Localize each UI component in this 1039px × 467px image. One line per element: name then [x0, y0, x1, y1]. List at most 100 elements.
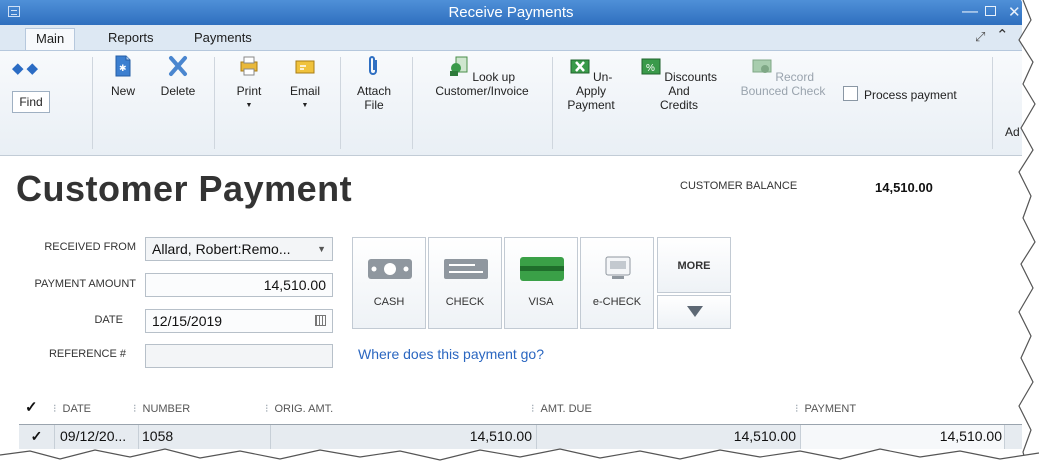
paperclip-icon: [369, 56, 377, 75]
delete-button[interactable]: Delete: [156, 55, 200, 98]
payment-method-echeck[interactable]: e-CHECK: [580, 237, 654, 329]
ribbon-divider: [412, 57, 413, 149]
more-payment-methods: MORE: [657, 237, 731, 329]
attach-label-2: File: [364, 98, 384, 112]
unapply-label-2: Payment: [567, 98, 615, 112]
expand-icon[interactable]: ⤢: [975, 29, 985, 45]
column-header-amt-due[interactable]: ⁝ AMT. DUE: [531, 402, 592, 415]
delete-x-icon: [169, 56, 187, 76]
torn-edge-bottom-decoration: [0, 448, 1039, 467]
visa-label: VISA: [528, 296, 554, 308]
title-bar: Receive Payments — ✕: [0, 0, 1022, 25]
torn-edge-decoration: [1018, 0, 1039, 467]
minimize-button[interactable]: —: [962, 3, 978, 21]
reference-input[interactable]: [145, 344, 333, 368]
more-dropdown-button[interactable]: [657, 295, 731, 329]
column-header-number-label: NUMBER: [142, 403, 191, 415]
payment-method-visa[interactable]: VISA: [504, 237, 578, 329]
email-envelope-icon: [295, 60, 315, 74]
tab-reports[interactable]: Reports: [98, 28, 164, 50]
calendar-icon[interactable]: [315, 315, 326, 326]
ribbon-divider: [92, 57, 93, 149]
email-dropdown-icon[interactable]: ▼: [285, 99, 325, 113]
date-input[interactable]: 12/15/2019: [145, 309, 333, 333]
check-label: CHECK: [445, 296, 485, 308]
unapply-payment-icon: [570, 59, 590, 74]
payment-amount-input[interactable]: 14,510.00: [145, 273, 333, 297]
tab-main[interactable]: Main: [25, 28, 76, 50]
record-bounced-check-button[interactable]: Record Bounced Check: [730, 55, 836, 98]
where-payment-goes-link[interactable]: Where does this payment go?: [358, 346, 544, 362]
chevron-down-icon[interactable]: ▼: [317, 238, 326, 260]
visa-card-icon: [520, 257, 564, 281]
ribbon-tabs: Main Reports Payments ⤢ ⌃: [0, 25, 1022, 51]
discounts-credits-button[interactable]: % Discounts And Credits: [630, 55, 728, 112]
check-column-header[interactable]: ✓: [25, 398, 38, 416]
unapply-payment-button[interactable]: Un-Apply Payment: [560, 55, 622, 112]
echeck-icon: [605, 256, 631, 279]
prev-next-arrows-icon[interactable]: ◆◆: [12, 59, 41, 77]
email-label: Email: [289, 84, 320, 98]
printer-icon: [240, 56, 258, 76]
process-payment-label: Process payment: [864, 88, 957, 102]
svg-text:%: %: [646, 63, 655, 74]
received-from-label: RECEIVED FROM: [44, 241, 136, 253]
discounts-credits-icon: %: [641, 58, 661, 75]
payment-amount-label: PAYMENT AMOUNT: [34, 278, 136, 290]
new-button[interactable]: ✱ New: [106, 55, 140, 98]
date-label: DATE: [94, 314, 123, 326]
ribbon-divider: [214, 57, 215, 149]
print-button[interactable]: Print ▼: [232, 55, 266, 113]
delete-label: Delete: [160, 84, 196, 98]
lookup-customer-invoice-button[interactable]: Look up Customer/Invoice: [420, 55, 544, 98]
column-header-orig-amt[interactable]: ⁝ ORIG. AMT.: [265, 402, 333, 415]
column-header-date[interactable]: ⁝ DATE: [53, 402, 91, 415]
column-header-orig-amt-label: ORIG. AMT.: [274, 403, 334, 415]
payment-method-cash[interactable]: CASH: [352, 237, 426, 329]
record-label-2: Bounced Check: [740, 84, 826, 98]
bounced-check-icon: [752, 59, 772, 73]
table-header: ✓ ⁝ DATE ⁝ NUMBER ⁝ ORIG. AMT. ⁝ AMT. DUE ⁝ P…: [19, 398, 1022, 420]
echeck-label: e-CHECK: [592, 296, 642, 308]
attach-file-button[interactable]: Attach File: [352, 55, 396, 112]
svg-text:✱: ✱: [119, 63, 127, 73]
received-from-select[interactable]: Allard, Robert:Remo... ▼: [145, 237, 333, 261]
email-button[interactable]: Email ▼: [285, 55, 325, 113]
customer-balance-label: CUSTOMER BALANCE: [680, 180, 798, 192]
date-value: 12/15/2019: [152, 313, 223, 329]
new-label: New: [110, 84, 135, 98]
discounts-label-1: Discounts And: [664, 70, 718, 98]
column-header-number[interactable]: ⁝ NUMBER: [133, 402, 190, 415]
page-title: Customer Payment: [16, 168, 353, 209]
receive-payments-window: Receive Payments — ✕ Main Reports Paymen…: [0, 0, 1022, 467]
attach-label-1: Attach: [356, 84, 392, 98]
customer-balance-value: 14,510.00: [875, 180, 933, 195]
find-button[interactable]: Find: [12, 91, 50, 113]
discounts-label-2: Credits: [659, 98, 698, 112]
lookup-customer-icon: [449, 56, 468, 76]
column-header-amt-due-label: AMT. DUE: [540, 403, 592, 415]
chevron-up-icon[interactable]: ⌃: [996, 26, 1009, 44]
cash-icon: [368, 259, 412, 279]
column-header-payment[interactable]: ⁝ PAYMENT: [795, 402, 856, 415]
record-label-1: Record: [775, 70, 815, 84]
more-button[interactable]: MORE: [657, 237, 731, 293]
column-header-payment-label: PAYMENT: [804, 403, 857, 415]
print-dropdown-icon[interactable]: ▼: [232, 99, 266, 113]
tab-payments[interactable]: Payments: [184, 28, 262, 50]
received-from-value: Allard, Robert:Remo...: [152, 241, 291, 257]
reference-label: REFERENCE #: [48, 348, 126, 360]
ribbon-toolbar: ◆◆ Find ✱ New Delete Print ▼ Email ▼ Att…: [0, 51, 1022, 156]
ribbon-divider: [992, 57, 993, 149]
new-document-icon: ✱: [115, 55, 131, 77]
print-label: Print: [236, 84, 262, 98]
lookup-label-2: Customer/Invoice: [435, 84, 529, 98]
window-title: Receive Payments: [448, 4, 574, 21]
cash-label: CASH: [373, 296, 405, 308]
checkbox-icon[interactable]: [843, 86, 858, 101]
process-payment-checkbox[interactable]: Process payment: [843, 86, 957, 102]
check-icon: [444, 259, 488, 279]
lookup-label-1: Look up: [472, 70, 516, 84]
maximize-button[interactable]: [985, 6, 996, 16]
payment-method-check[interactable]: CHECK: [428, 237, 502, 329]
